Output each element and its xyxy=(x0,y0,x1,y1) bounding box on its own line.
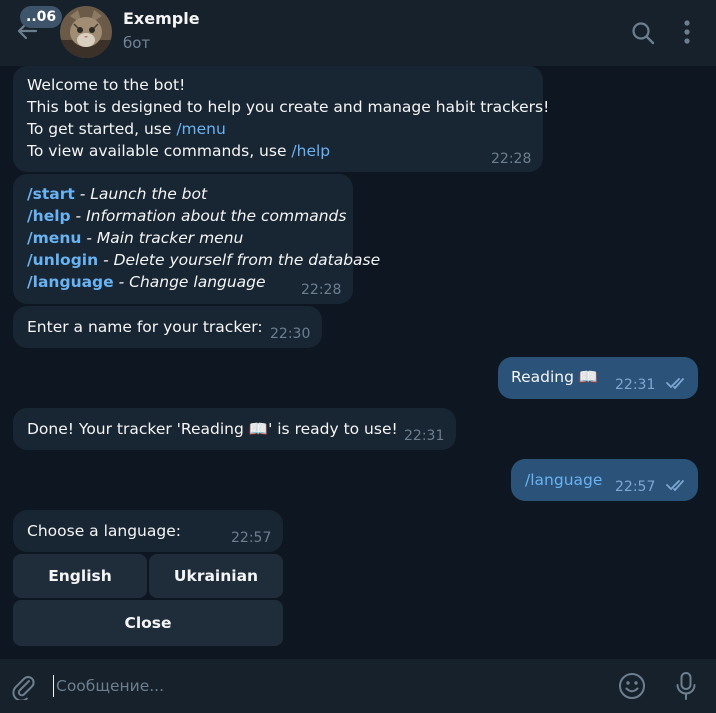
message-time: 22:31 xyxy=(404,428,445,444)
message-time: 22:31 xyxy=(615,377,656,393)
chat-title[interactable]: Exemple xyxy=(123,9,200,28)
command-description: - Change language xyxy=(113,273,266,291)
message-text: To get started, use xyxy=(27,120,177,138)
command-line: /start - Launch the bot xyxy=(27,183,339,205)
more-vertical-icon[interactable] xyxy=(678,18,696,46)
message-composer xyxy=(0,659,716,713)
message-text: Enter a name for your tracker: xyxy=(27,318,263,336)
incoming-message-choose-language: Choose a language: 22:57 xyxy=(13,510,283,552)
message-line: Welcome to the bot! xyxy=(27,76,186,94)
paperclip-icon[interactable] xyxy=(10,672,36,700)
english-button[interactable]: English xyxy=(13,554,147,598)
command-description: - Information about the commands xyxy=(70,207,347,225)
microphone-icon[interactable] xyxy=(674,671,698,701)
incoming-message-commands: /start - Launch the bot /help - Informat… xyxy=(13,174,380,304)
cat-avatar-image xyxy=(60,6,112,58)
help-command-link[interactable]: /help xyxy=(291,142,330,160)
menu-command-link[interactable]: /menu xyxy=(27,229,81,247)
message-line: This bot is designed to help you create … xyxy=(27,98,550,116)
command-line: /unlogin - Delete yourself from the data… xyxy=(27,249,380,271)
command-description: - Main tracker menu xyxy=(81,229,244,247)
start-command-link[interactable]: /start xyxy=(27,185,75,203)
message-text: Reading 📖 xyxy=(511,368,599,386)
message-time: 22:57 xyxy=(615,479,656,495)
message-text: To view available commands, use xyxy=(27,142,292,160)
message-time: 22:57 xyxy=(231,530,272,546)
language-command-link[interactable]: /language xyxy=(27,273,114,291)
double-check-icon xyxy=(666,480,684,492)
message-text: Done! Your tracker 'Reading 📖' is ready … xyxy=(27,420,398,438)
emoji-icon[interactable] xyxy=(618,672,646,700)
outgoing-message-language: /language 22:57 xyxy=(511,459,698,501)
ukrainian-button[interactable]: Ukrainian xyxy=(149,554,283,598)
unread-count-badge[interactable]: ..06 xyxy=(20,6,63,28)
incoming-message-welcome: Welcome to the bot! This bot is designed… xyxy=(13,66,550,172)
double-check-icon xyxy=(666,378,684,390)
unlogin-command-link[interactable]: /unlogin xyxy=(27,251,98,269)
command-line: /menu - Main tracker menu xyxy=(27,227,339,249)
message-input[interactable] xyxy=(56,673,576,699)
chat-subtitle: бот xyxy=(123,34,151,52)
chat-header: ..06 Exemple бот xyxy=(0,0,716,66)
help-command-link[interactable]: /help xyxy=(27,207,71,225)
message-line: To view available commands, use /help xyxy=(27,140,529,162)
command-description: - Delete yourself from the database xyxy=(98,251,381,269)
outgoing-message-reading: Reading 📖 22:31 xyxy=(498,357,698,399)
incoming-message-done: Done! Your tracker 'Reading 📖' is ready … xyxy=(13,408,456,450)
close-button[interactable]: Close xyxy=(13,600,283,646)
search-icon[interactable] xyxy=(630,20,656,46)
message-time: 22:30 xyxy=(270,326,311,342)
message-line: To get started, use /menu xyxy=(27,118,529,140)
command-line: /help - Information about the commands xyxy=(27,205,346,227)
command-description: - Launch the bot xyxy=(74,185,208,203)
message-time: 22:28 xyxy=(301,282,342,298)
message-time: 22:28 xyxy=(491,151,532,167)
incoming-message-enter-name: Enter a name for your tracker: 22:30 xyxy=(13,306,322,348)
text-cursor xyxy=(53,675,54,697)
menu-command-link[interactable]: /menu xyxy=(176,120,226,138)
language-command-link[interactable]: /language xyxy=(525,469,684,491)
command-line: /language - Change language xyxy=(27,271,339,293)
avatar[interactable] xyxy=(60,6,112,58)
